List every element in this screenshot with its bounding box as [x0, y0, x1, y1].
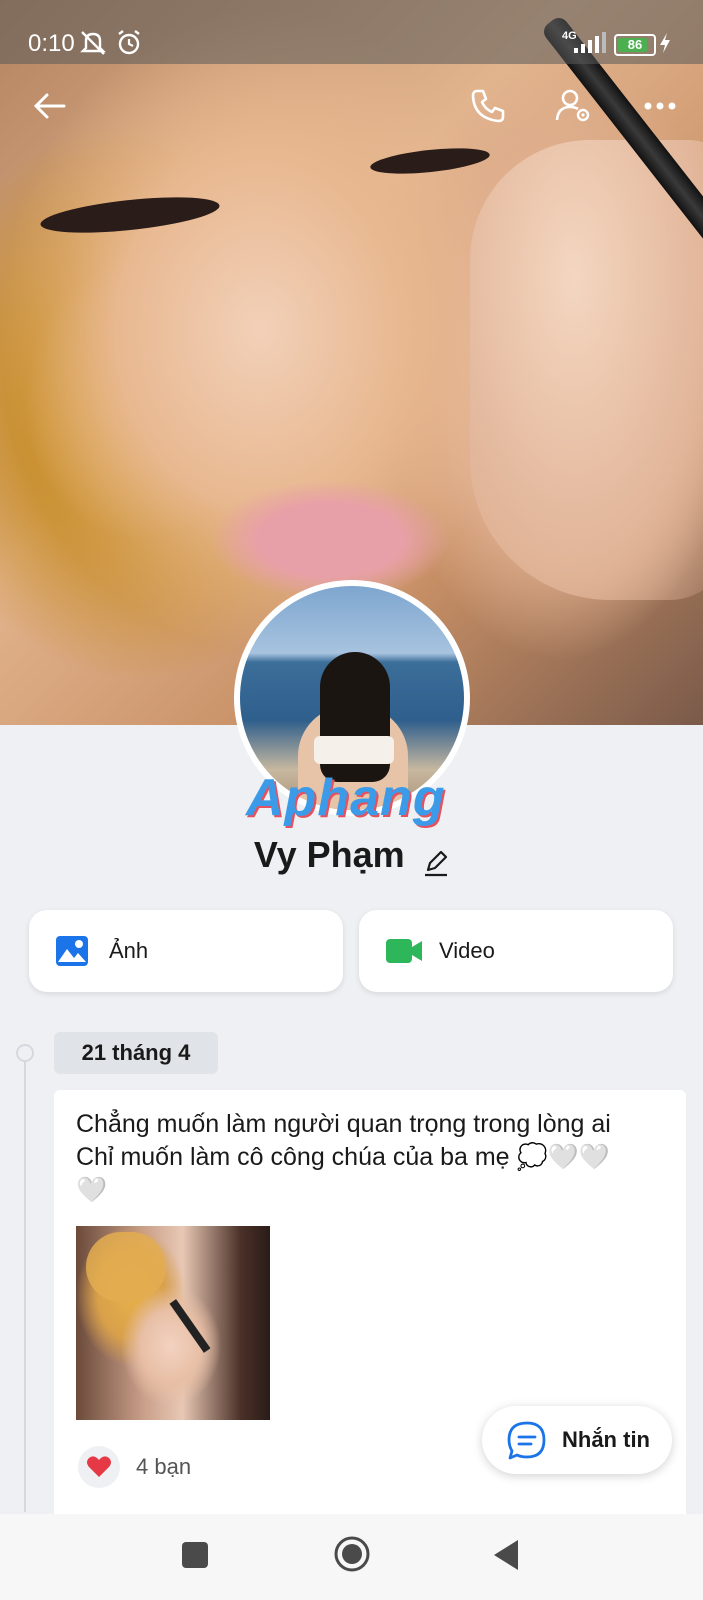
photos-button[interactable]: Ảnh: [29, 910, 343, 992]
video-camera-icon: [386, 939, 422, 963]
timeline-dot: [16, 1044, 34, 1062]
edit-pencil-icon[interactable]: [423, 848, 449, 878]
photos-label: Ảnh: [109, 938, 149, 963]
send-message-button[interactable]: Nhắn tin: [482, 1406, 672, 1474]
image-icon: [56, 936, 88, 966]
post-line: Chẳng muốn làm người quan trọng trong lò…: [76, 1110, 611, 1138]
charging-icon: [660, 33, 670, 53]
more-icon[interactable]: [640, 86, 680, 126]
back-icon[interactable]: [492, 1538, 522, 1572]
cover-eyelash-right: [369, 143, 491, 179]
battery-icon: 86: [614, 34, 656, 56]
like-button[interactable]: [78, 1446, 120, 1488]
mute-icon: [80, 31, 106, 55]
user-settings-icon[interactable]: [554, 86, 594, 126]
post-photo-hand: [86, 1232, 166, 1302]
chat-bubble-icon: [507, 1421, 546, 1460]
post-line: 🤍: [76, 1176, 108, 1204]
videos-label: Video: [439, 938, 495, 963]
timeline-date: 21 tháng 4: [54, 1032, 218, 1074]
watermark-logo: Aphang: [246, 769, 446, 827]
battery-level: 86: [627, 37, 643, 52]
alarm-icon: [118, 30, 140, 55]
status-time: 0:10: [28, 30, 75, 57]
cover-hand: [470, 140, 703, 600]
recents-icon[interactable]: [180, 1540, 210, 1570]
phone-icon[interactable]: [468, 86, 508, 126]
avatar-figure-top: [314, 736, 394, 764]
signal-icon: [574, 32, 606, 53]
timeline-line: [24, 1052, 26, 1512]
post-photo[interactable]: [76, 1226, 270, 1420]
videos-button[interactable]: Video: [359, 910, 673, 992]
like-count[interactable]: 4 bạn: [136, 1454, 191, 1480]
system-nav-bar: [0, 1514, 703, 1600]
cover-eyelash-left: [38, 190, 222, 240]
profile-name: Vy Phạm: [253, 834, 405, 875]
post-text: Chẳng muốn làm người quan trọng trong lò…: [76, 1108, 656, 1207]
profile-name-row: Vy Phạm: [0, 834, 703, 878]
post-photo-pencil: [169, 1299, 211, 1353]
heart-icon: [87, 1456, 111, 1477]
post-line: Chỉ muốn làm cô công chúa của ba mẹ 💭🤍🤍: [76, 1143, 610, 1171]
status-bar: 0:10 4G 86: [0, 0, 703, 64]
send-message-label: Nhắn tin: [562, 1427, 650, 1452]
home-icon[interactable]: [332, 1534, 372, 1574]
back-arrow-icon[interactable]: [30, 86, 70, 126]
